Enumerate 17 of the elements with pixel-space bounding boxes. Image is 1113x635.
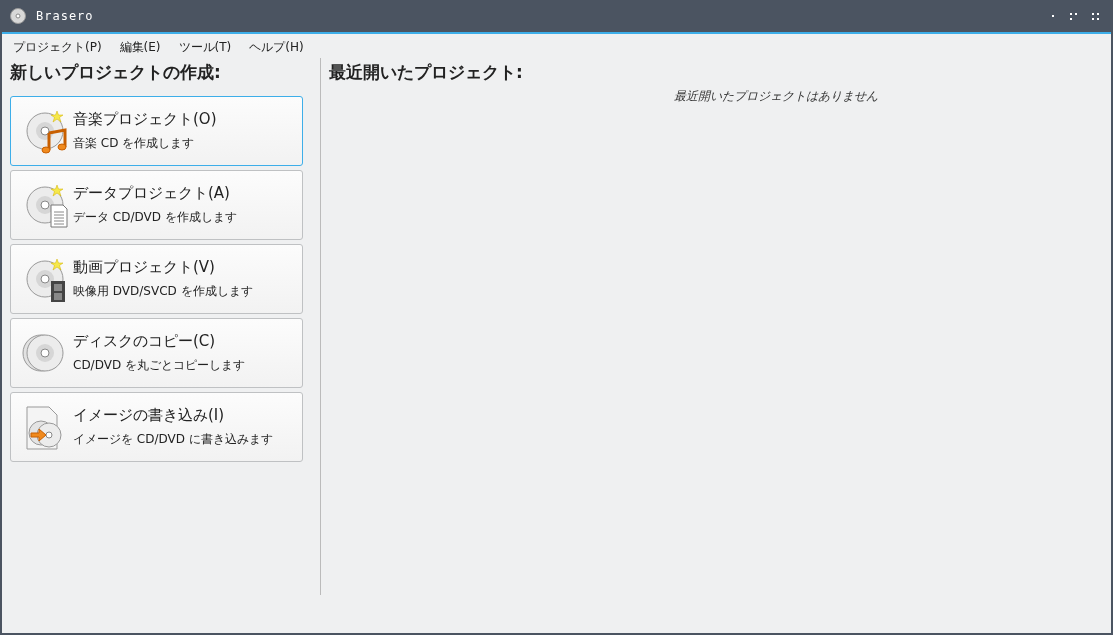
menu-item[interactable]: ヘルプ(H) bbox=[249, 39, 304, 56]
minimize-icon[interactable] bbox=[1051, 14, 1055, 18]
menu-item[interactable]: 編集(E) bbox=[119, 39, 161, 56]
project-button[interactable]: 音楽プロジェクト(O) 音楽 CD を作成します bbox=[10, 96, 303, 166]
menu-item[interactable]: プロジェクト(P) bbox=[13, 39, 102, 56]
project-button[interactable]: イメージの書き込み(I) イメージを CD/DVD に書き込みます bbox=[10, 392, 303, 462]
empty-message: 最近開いたプロジェクトはありません bbox=[673, 88, 879, 105]
maximize-icon[interactable] bbox=[1070, 12, 1077, 20]
disc-icon bbox=[10, 8, 26, 24]
project-button[interactable]: 動画プロジェクト(V) 映像用 DVD/SVCD を作成します bbox=[10, 244, 303, 314]
close-icon[interactable] bbox=[1092, 12, 1099, 20]
project-button[interactable]: データプロジェクト(A) データ CD/DVD を作成します bbox=[10, 170, 303, 240]
menu-item[interactable]: ツール(T) bbox=[178, 39, 232, 56]
project-button[interactable]: ディスクのコピー(C) CD/DVD を丸ごとコピーします bbox=[10, 318, 303, 388]
section-heading: 最近開いたプロジェクト: bbox=[329, 61, 524, 84]
section-heading: 新しいプロジェクトの作成: bbox=[10, 61, 222, 84]
window-title: Brasero bbox=[36, 9, 94, 23]
